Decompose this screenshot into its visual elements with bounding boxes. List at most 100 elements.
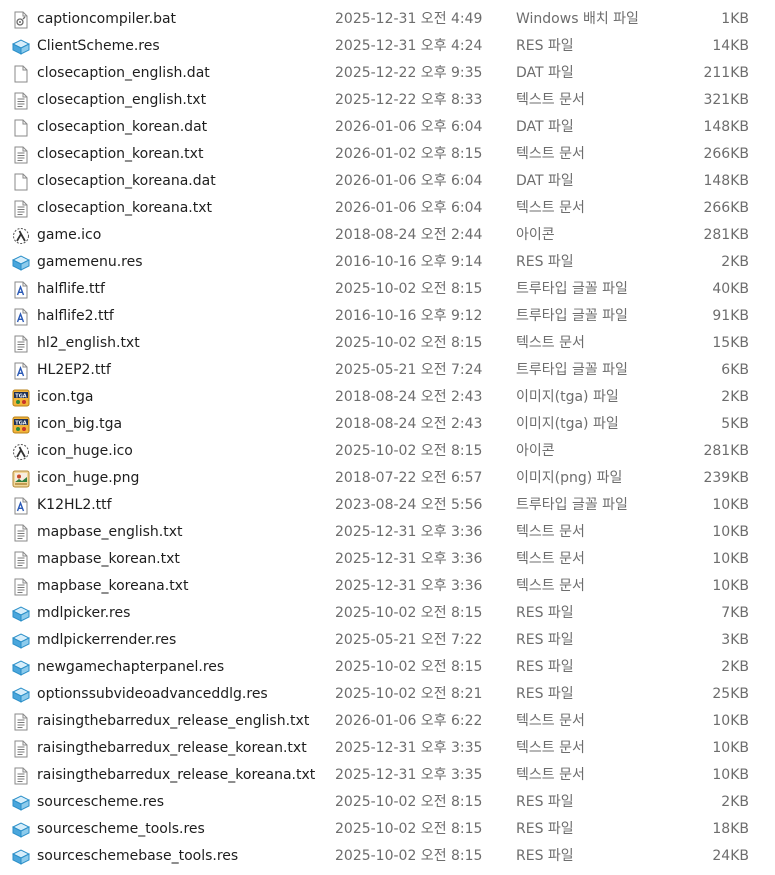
file-date-modified: 2025-10-02 오전 8:15 <box>335 848 483 864</box>
file-name: closecaption_koreana.txt <box>37 200 213 216</box>
file-type: RES 파일 <box>516 38 574 54</box>
file-row-closecaption-korean-dat[interactable]: closecaption_korean.dat 2026-01-06 오후 6:0… <box>0 114 775 141</box>
file-row-raisingthebarredux-release-koreana-txt[interactable]: raisingthebarredux_release_koreana.txt 20… <box>0 762 775 789</box>
file-size: 266KB <box>703 200 749 216</box>
file-name: captioncompiler.bat <box>37 11 177 27</box>
file-size: 24KB <box>712 848 749 864</box>
file-date-modified: 2025-10-02 오전 8:15 <box>335 821 483 837</box>
font-file-icon <box>12 281 30 299</box>
file-row-closecaption-koreana-txt[interactable]: closecaption_koreana.txt 2026-01-06 오후 6:… <box>0 195 775 222</box>
file-type: 텍스트 문서 <box>516 92 585 108</box>
file-row-raisingthebarredux-release-korean-txt[interactable]: raisingthebarredux_release_korean.txt 202… <box>0 735 775 762</box>
svg-text:TGA: TGA <box>15 393 27 399</box>
file-date-modified: 2025-12-31 오후 3:35 <box>335 767 483 783</box>
file-type: 텍스트 문서 <box>516 335 585 351</box>
file-size: 2KB <box>721 794 749 810</box>
file-row-icon-huge-ico[interactable]: icon_huge.ico 2025-10-02 오전 8:15 아이콘 281KB <box>0 438 775 465</box>
file-size: 211KB <box>703 65 749 81</box>
file-row-closecaption-korean-txt[interactable]: closecaption_korean.txt 2026-01-02 오후 8:1… <box>0 141 775 168</box>
file-type: DAT 파일 <box>516 65 574 81</box>
file-date-modified: 2025-10-02 오전 8:15 <box>335 659 483 675</box>
file-row-hl2-english-txt[interactable]: hl2_english.txt 2025-10-02 오전 8:15 텍스트 문서 1… <box>0 330 775 357</box>
text-file-icon <box>12 551 30 569</box>
file-row-gamemenu-res[interactable]: gamemenu.res 2016-10-16 오후 9:14 RES 파일 2KB <box>0 249 775 276</box>
file-type: RES 파일 <box>516 848 574 864</box>
file-row-mdlpicker-res[interactable]: mdlpicker.res 2025-10-02 오전 8:15 RES 파일 7KB <box>0 600 775 627</box>
file-name: closecaption_koreana.dat <box>37 173 216 189</box>
file-row-icon-tga[interactable]: TGA icon.tga 2018-08-24 오전 2:43 이미지(tga) 파일… <box>0 384 775 411</box>
file-date-modified: 2025-10-02 오전 8:15 <box>335 281 483 297</box>
file-row-halflife-ttf[interactable]: halflife.ttf 2025-10-02 오전 8:15 트루타입 글꼴 파일… <box>0 276 775 303</box>
file-row-mapbase-koreana-txt[interactable]: mapbase_koreana.txt 2025-12-31 오후 3:36 텍스트… <box>0 573 775 600</box>
file-size: 5KB <box>721 416 749 432</box>
file-row-icon-huge-png[interactable]: icon_huge.png 2018-07-22 오전 6:57 이미지(png) … <box>0 465 775 492</box>
file-date-modified: 2018-08-24 오전 2:44 <box>335 227 483 243</box>
file-type: RES 파일 <box>516 254 574 270</box>
file-name: ClientScheme.res <box>37 38 160 54</box>
file-row-closecaption-koreana-dat[interactable]: closecaption_koreana.dat 2026-01-06 오후 6:… <box>0 168 775 195</box>
file-row-mdlpickerrender-res[interactable]: mdlpickerrender.res 2025-05-21 오전 7:22 RES… <box>0 627 775 654</box>
file-list: captioncompiler.bat 2025-12-31 오전 4:49 Win… <box>0 0 775 870</box>
file-size: 25KB <box>712 686 749 702</box>
file-type: 트루타입 글꼴 파일 <box>516 281 628 297</box>
file-name: icon.tga <box>37 389 94 405</box>
file-type: 텍스트 문서 <box>516 767 585 783</box>
text-file-icon <box>12 578 30 596</box>
file-type: 이미지(png) 파일 <box>516 470 623 486</box>
file-type: DAT 파일 <box>516 119 574 135</box>
file-size: 40KB <box>712 281 749 297</box>
file-name: hl2_english.txt <box>37 335 140 351</box>
file-name: sourcescheme_tools.res <box>37 821 205 837</box>
font-file-icon <box>12 497 30 515</box>
file-type: RES 파일 <box>516 632 574 648</box>
svg-text:TGA: TGA <box>15 420 27 426</box>
blank-file-icon <box>12 65 30 83</box>
file-name: sourceschemebase_tools.res <box>37 848 239 864</box>
file-row-optionssubvideoadvanceddlg-res[interactable]: optionssubvideoadvanceddlg.res 2025-10-02… <box>0 681 775 708</box>
file-date-modified: 2025-12-22 오후 8:33 <box>335 92 483 108</box>
file-row-icon-big-tga[interactable]: TGA icon_big.tga 2018-08-24 오전 2:43 이미지(tga… <box>0 411 775 438</box>
file-size: 2KB <box>721 254 749 270</box>
file-row-newgamechapterpanel-res[interactable]: newgamechapterpanel.res 2025-10-02 오전 8:1… <box>0 654 775 681</box>
file-size: 2KB <box>721 389 749 405</box>
file-row-sourceschemebase-tools-res[interactable]: sourceschemebase_tools.res 2025-10-02 오전 … <box>0 843 775 870</box>
file-row-closecaption-english-dat[interactable]: closecaption_english.dat 2025-12-22 오후 9:… <box>0 60 775 87</box>
file-type: DAT 파일 <box>516 173 574 189</box>
file-size: 10KB <box>712 713 749 729</box>
file-size: 91KB <box>712 308 749 324</box>
file-date-modified: 2025-12-31 오후 3:36 <box>335 551 483 567</box>
file-row-sourcescheme-res[interactable]: sourcescheme.res 2025-10-02 오전 8:15 RES 파일… <box>0 789 775 816</box>
file-row-hl2ep2-ttf[interactable]: HL2EP2.ttf 2025-05-21 오전 7:24 트루타입 글꼴 파일 6K… <box>0 357 775 384</box>
file-size: 321KB <box>703 92 749 108</box>
file-size: 18KB <box>712 821 749 837</box>
file-type: RES 파일 <box>516 821 574 837</box>
res-file-icon <box>12 686 30 704</box>
file-row-halflife2-ttf[interactable]: halflife2.ttf 2016-10-16 오후 9:12 트루타입 글꼴 파… <box>0 303 775 330</box>
tga-file-icon: TGA <box>12 389 30 407</box>
file-row-closecaption-english-txt[interactable]: closecaption_english.txt 2025-12-22 오후 8:… <box>0 87 775 114</box>
file-date-modified: 2026-01-06 오후 6:04 <box>335 173 483 189</box>
file-row-mapbase-korean-txt[interactable]: mapbase_korean.txt 2025-12-31 오후 3:36 텍스트 … <box>0 546 775 573</box>
font-file-icon <box>12 362 30 380</box>
lambda-ico-icon <box>12 443 30 461</box>
file-size: 281KB <box>703 443 749 459</box>
text-file-icon <box>12 146 30 164</box>
file-date-modified: 2026-01-06 오후 6:04 <box>335 119 483 135</box>
file-row-game-ico[interactable]: game.ico 2018-08-24 오전 2:44 아이콘 281KB <box>0 222 775 249</box>
file-row-raisingthebarredux-release-english-txt[interactable]: raisingthebarredux_release_english.txt 20… <box>0 708 775 735</box>
file-date-modified: 2025-12-31 오후 3:36 <box>335 578 483 594</box>
file-date-modified: 2025-10-02 오전 8:15 <box>335 335 483 351</box>
file-row-sourcescheme-tools-res[interactable]: sourcescheme_tools.res 2025-10-02 오전 8:15… <box>0 816 775 843</box>
file-name: icon_huge.ico <box>37 443 133 459</box>
res-file-icon <box>12 794 30 812</box>
text-file-icon <box>12 92 30 110</box>
file-row-clientscheme-res[interactable]: ClientScheme.res 2025-12-31 오후 4:24 RES 파일… <box>0 33 775 60</box>
file-type: 트루타입 글꼴 파일 <box>516 362 628 378</box>
file-row-mapbase-english-txt[interactable]: mapbase_english.txt 2025-12-31 오후 3:36 텍스트… <box>0 519 775 546</box>
file-name: newgamechapterpanel.res <box>37 659 225 675</box>
file-row-captioncompiler-bat[interactable]: captioncompiler.bat 2025-12-31 오전 4:49 Win… <box>0 6 775 33</box>
file-name: game.ico <box>37 227 102 243</box>
res-file-icon <box>12 848 30 866</box>
file-row-k12hl2-ttf[interactable]: K12HL2.ttf 2023-08-24 오전 5:56 트루타입 글꼴 파일 10… <box>0 492 775 519</box>
file-type: 아이콘 <box>516 227 555 243</box>
